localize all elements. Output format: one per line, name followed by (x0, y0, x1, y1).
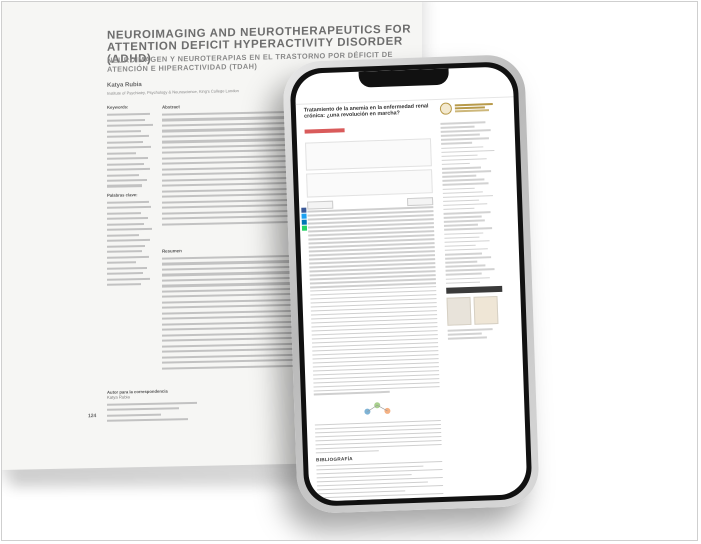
correspondence-text (107, 401, 197, 423)
linkedin-icon[interactable] (301, 219, 307, 225)
section-tag (304, 128, 345, 134)
palabras-text (107, 200, 155, 286)
sidebar-menu[interactable] (440, 121, 502, 284)
article-content: Tratamiento de la anemia en la enfermeda… (301, 103, 444, 502)
cover-thumbnail[interactable] (473, 296, 499, 325)
phone-article-title: Tratamiento de la anemia en la enfermeda… (303, 103, 429, 121)
article-figure (314, 394, 441, 422)
correspondence-block: Autor para la correspondencia Katya Rubi… (107, 388, 197, 426)
facebook-icon[interactable] (301, 207, 307, 213)
cite-button[interactable] (406, 196, 434, 206)
page-number: 124 (88, 413, 97, 420)
sidebar-thumbnails (446, 296, 504, 326)
phone-screen: Tratamiento de la anemia en la enfermeda… (294, 66, 528, 502)
seal-icon (439, 102, 453, 115)
sidebar-dark-button[interactable] (446, 285, 503, 294)
article-author: Katya Rubia (107, 82, 142, 89)
figure-diagram-icon (364, 402, 391, 416)
share-buttons (301, 207, 308, 232)
palabras-heading: Palabras clave: (107, 191, 138, 198)
keywords-heading: Keywords: (107, 104, 129, 110)
bibliography-list (316, 460, 444, 502)
sidebar-footer-text (447, 328, 504, 340)
phone-mockup: Tratamiento de la anemia en la enfermeda… (282, 53, 540, 515)
article-body-text-2 (314, 419, 442, 454)
download-button[interactable] (307, 200, 334, 210)
whatsapp-icon[interactable] (301, 225, 308, 231)
article-info-box-2 (306, 169, 433, 198)
article-info-box (304, 138, 432, 171)
keywords-text (107, 113, 155, 188)
sidebar (439, 101, 504, 342)
article-body-text (307, 206, 440, 396)
phone-notch (358, 68, 450, 88)
correspondence-name: Katya Rubia (107, 394, 130, 401)
screenshot-frame: NEUROIMAGING AND NEUROTHERAPEUTICS FOR A… (1, 1, 698, 541)
twitter-icon[interactable] (301, 213, 307, 219)
journal-logo (439, 101, 496, 115)
journal-logo-text (454, 102, 493, 113)
phone-bezel: Tratamiento de la anemia en la enfermeda… (289, 61, 533, 507)
article-affiliation: Institute of Psychiatry, Psychology & Ne… (107, 88, 239, 96)
cover-thumbnail[interactable] (446, 297, 472, 326)
keywords-column: Keywords: Palabras clave: (107, 104, 155, 290)
